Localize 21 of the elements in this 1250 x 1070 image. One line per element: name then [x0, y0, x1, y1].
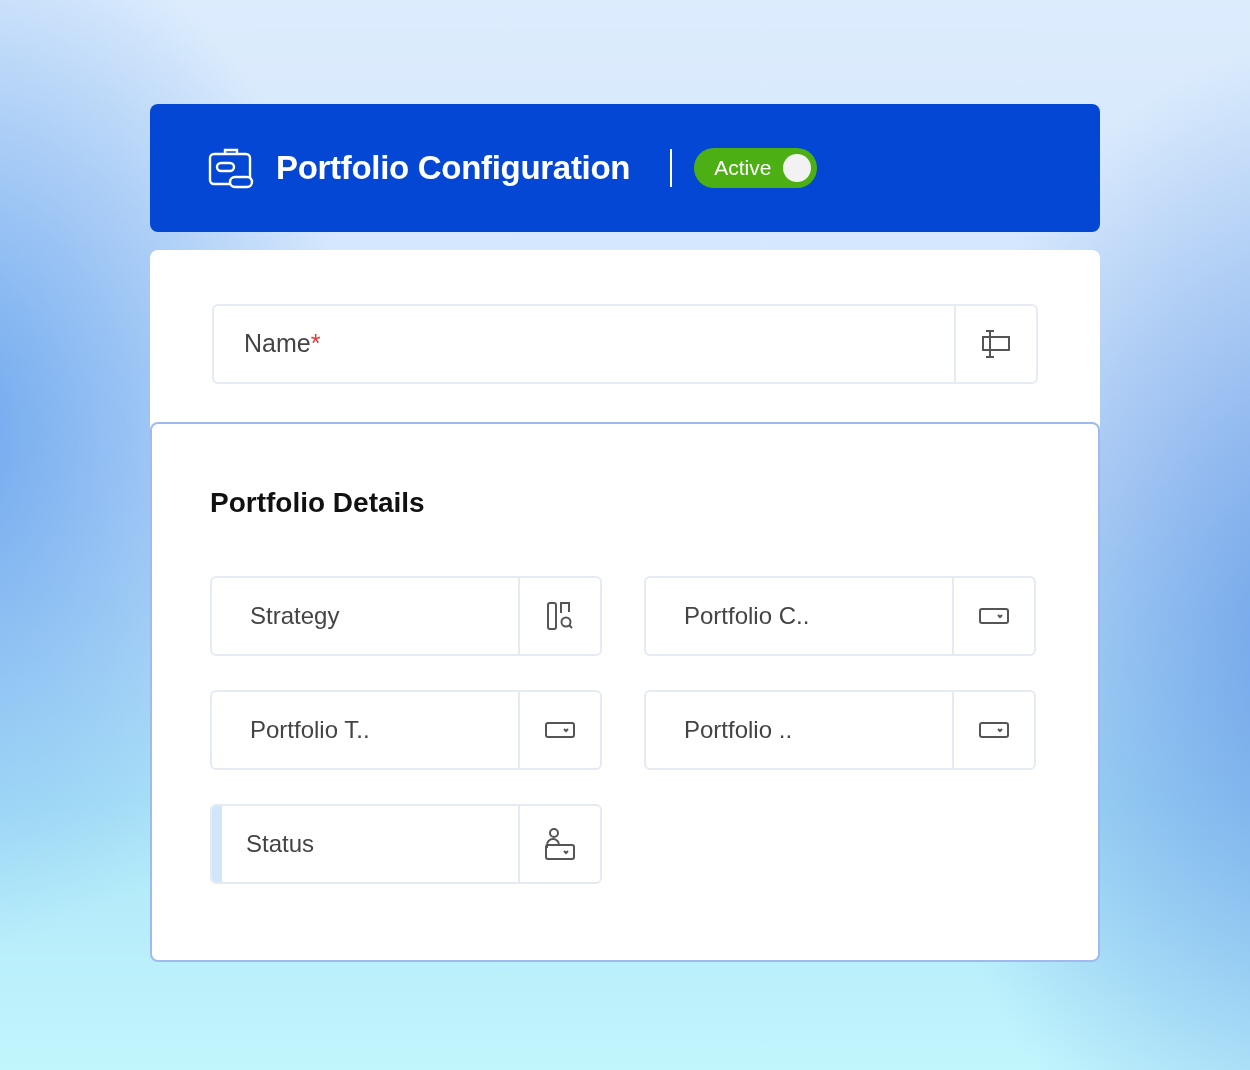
name-field[interactable]: Name*	[212, 304, 1038, 384]
form-field[interactable]: Strategy	[210, 576, 602, 656]
page-title: Portfolio Configuration	[276, 148, 631, 189]
form-field[interactable]: Portfolio T..	[210, 690, 602, 770]
lookup-icon	[546, 601, 574, 631]
form-field[interactable]: Portfolio ..	[644, 690, 1036, 770]
field-placeholder: Portfolio T..	[249, 715, 371, 745]
dropdown-icon	[545, 722, 575, 738]
field-placeholder: Status	[212, 806, 518, 882]
field-placeholder: Portfolio ..	[683, 715, 794, 745]
form-field[interactable]: Portfolio C..	[644, 576, 1036, 656]
field-placeholder: Portfolio C..	[683, 601, 811, 631]
dropdown-icon	[979, 608, 1009, 624]
user-dropdown-icon	[545, 828, 575, 860]
form-field[interactable]: Status	[210, 804, 602, 884]
section-title: Portfolio Details	[210, 486, 426, 520]
briefcase-icon	[208, 146, 254, 190]
text-field-icon	[980, 329, 1012, 359]
dropdown-icon	[979, 722, 1009, 738]
name-placeholder: Name*	[243, 328, 322, 360]
field-placeholder: Strategy	[249, 601, 341, 631]
